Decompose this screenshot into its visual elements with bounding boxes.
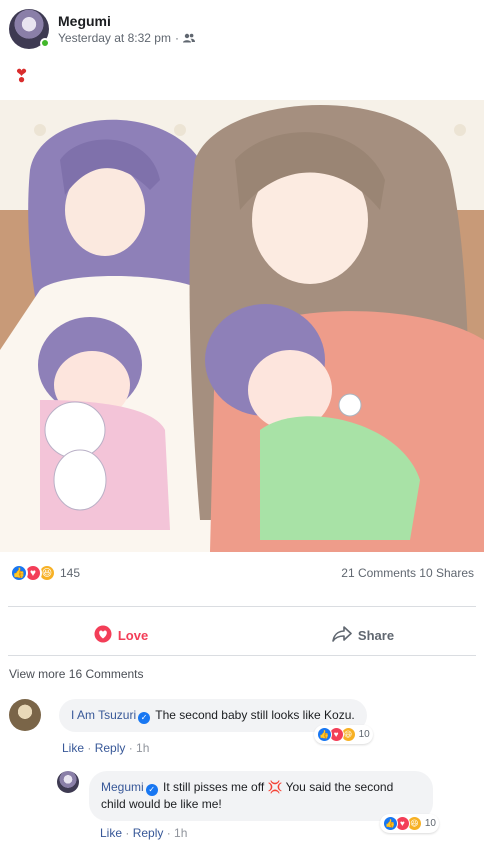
comment-like-link[interactable]: Like bbox=[100, 826, 122, 840]
comment-text-part1: It still pisses me off bbox=[163, 780, 265, 794]
comment-like-link[interactable]: Like bbox=[62, 741, 84, 755]
online-status-dot bbox=[40, 38, 50, 48]
verified-badge-icon: ✓ bbox=[138, 712, 151, 724]
reactions-count[interactable]: 145 bbox=[60, 566, 80, 580]
commenter-name[interactable]: Megumi bbox=[101, 780, 144, 794]
comment-reactions[interactable]: 👍 ♥ 😆 10 bbox=[313, 725, 373, 744]
like-reaction-icon: 👍 bbox=[382, 816, 398, 831]
avatar[interactable] bbox=[9, 9, 50, 49]
love-button[interactable]: Love bbox=[0, 618, 242, 652]
divider bbox=[8, 655, 476, 656]
post-text: ❣ bbox=[14, 66, 29, 86]
commenter-avatar[interactable] bbox=[9, 699, 41, 731]
share-button[interactable]: Share bbox=[242, 618, 484, 652]
heart-exclamation-icon: ❣ bbox=[14, 66, 30, 86]
divider bbox=[8, 606, 476, 607]
comment-reactions-count: 10 bbox=[358, 729, 370, 740]
post-actions: Love Share bbox=[0, 618, 484, 652]
anger-symbol-icon: 💢 bbox=[267, 780, 283, 794]
poster-name[interactable]: Megumi bbox=[58, 13, 195, 30]
share-icon bbox=[332, 625, 352, 645]
comment-item: I Am Tsuzuri ✓ The second baby still look… bbox=[9, 699, 373, 744]
comment-time[interactable]: 1h bbox=[136, 741, 149, 755]
comments-shares-count[interactable]: 21 Comments 10 Shares bbox=[341, 566, 474, 580]
post-meta: Yesterday at 8:32 pm · bbox=[58, 30, 195, 46]
reactions-bar: 👍 ♥ 😆 145 21 Comments 10 Shares bbox=[10, 562, 474, 584]
comment-bubble: I Am Tsuzuri ✓ The second baby still look… bbox=[59, 699, 373, 744]
post-photo[interactable] bbox=[0, 100, 484, 552]
comment-reply-link[interactable]: Reply bbox=[133, 826, 164, 840]
reply-item: Megumi ✓ It still pisses me off 💢 You sai… bbox=[57, 771, 439, 833]
friends-icon[interactable] bbox=[182, 33, 195, 43]
post-header-text: Megumi Yesterday at 8:32 pm · bbox=[58, 13, 195, 46]
comment-actions: Like · Reply · 1h bbox=[100, 826, 188, 840]
like-reaction-icon: 👍 bbox=[316, 727, 332, 742]
love-icon bbox=[94, 625, 112, 646]
verified-badge-icon: ✓ bbox=[145, 784, 158, 796]
post-timestamp[interactable]: Yesterday at 8:32 pm bbox=[58, 30, 171, 46]
anime-illustration bbox=[0, 100, 484, 552]
like-reaction-icon: 👍 bbox=[10, 564, 28, 582]
meta-separator: · bbox=[174, 30, 179, 45]
comment-bubble: Megumi ✓ It still pisses me off 💢 You sai… bbox=[89, 771, 439, 833]
post-header: Megumi Yesterday at 8:32 pm · bbox=[9, 8, 195, 50]
comment-reactions[interactable]: 👍 ♥ 😆 10 bbox=[379, 814, 439, 833]
comment-actions: Like · Reply · 1h bbox=[62, 741, 150, 755]
commenter-avatar[interactable] bbox=[57, 771, 79, 793]
commenter-name[interactable]: I Am Tsuzuri bbox=[71, 708, 136, 722]
comment-reply-link[interactable]: Reply bbox=[95, 741, 126, 755]
love-label: Love bbox=[117, 627, 149, 643]
share-label: Share bbox=[357, 627, 395, 643]
reaction-summary[interactable]: 👍 ♥ 😆 145 bbox=[10, 564, 80, 582]
comment-text: The second baby still looks like Kozu. bbox=[155, 708, 355, 722]
view-more-comments-link[interactable]: View more 16 Comments bbox=[9, 667, 144, 681]
comment-reactions-count: 10 bbox=[424, 818, 436, 829]
comment-time[interactable]: 1h bbox=[174, 826, 187, 840]
